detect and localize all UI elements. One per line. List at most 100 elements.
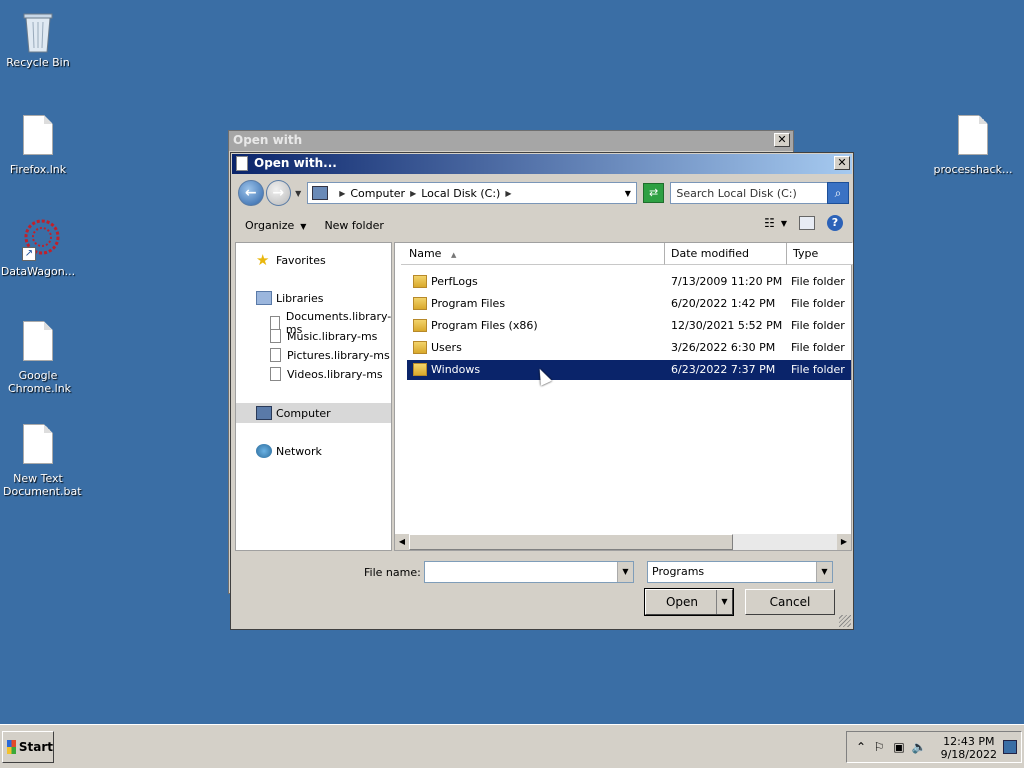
show-hidden-icons-icon[interactable]: ⌃ bbox=[853, 740, 869, 754]
preview-pane-icon[interactable] bbox=[799, 216, 815, 230]
help-icon[interactable]: ? bbox=[827, 215, 843, 231]
background-window-close-button[interactable]: ✕ bbox=[774, 133, 790, 147]
command-toolbar: Organize ▼ New folder ☷ ▼ ? bbox=[235, 211, 849, 239]
start-button[interactable]: Start bbox=[2, 731, 54, 763]
chevron-right-icon[interactable]: ▶ bbox=[505, 189, 511, 198]
chevron-down-icon: ▼ bbox=[300, 221, 307, 231]
column-header-type[interactable]: Type bbox=[787, 243, 853, 265]
refresh-button[interactable]: ⇄ bbox=[642, 183, 665, 203]
chevron-down-icon[interactable]: ▼ bbox=[816, 562, 832, 582]
open-button[interactable]: Open ▼ bbox=[644, 588, 734, 616]
open-with-dialog[interactable]: Open with... ✕ ← → ▼ ▶ Computer ▶ Local … bbox=[230, 152, 854, 630]
navigation-pane[interactable]: ★ Favorites Libraries Documents.library-… bbox=[235, 242, 392, 551]
desktop-icon-datawagon[interactable]: ↗ DataWagon... bbox=[0, 217, 78, 278]
view-options-icon[interactable]: ☷ bbox=[764, 216, 775, 230]
desktop-icon-firefox[interactable]: Firefox.lnk bbox=[0, 115, 78, 176]
nav-item-music-library[interactable]: Music.library-ms bbox=[270, 329, 377, 343]
folder-icon bbox=[413, 275, 427, 288]
chevron-right-icon[interactable]: ▶ bbox=[410, 189, 416, 198]
libraries-icon bbox=[256, 291, 272, 305]
action-center-flag-icon[interactable]: ⚐ bbox=[871, 740, 887, 754]
background-window-title: Open with ✕ bbox=[229, 131, 793, 151]
file-row-program-files-x86[interactable]: Program Files (x86) 12/30/2021 5:52 PM F… bbox=[407, 316, 851, 336]
file-date: 6/23/2022 7:37 PM bbox=[671, 363, 776, 376]
organize-label: Organize bbox=[245, 218, 295, 232]
file-name: Program Files (x86) bbox=[431, 319, 538, 332]
sort-ascending-icon: ▲ bbox=[450, 251, 457, 259]
folder-icon bbox=[413, 341, 427, 354]
filter-value: Programs bbox=[652, 565, 705, 578]
file-name: Users bbox=[431, 341, 462, 354]
resize-grip-icon[interactable] bbox=[839, 615, 851, 627]
nav-item-pictures-library[interactable]: Pictures.library-ms bbox=[270, 348, 390, 362]
file-list[interactable]: Name ▲ Date modified Type PerfLogs 7/13/… bbox=[394, 242, 853, 551]
network-status-icon[interactable]: ▣ bbox=[891, 740, 907, 754]
desktop-icon-label: New Text Document.bat bbox=[3, 472, 82, 498]
dialog-close-button[interactable]: ✕ bbox=[834, 156, 850, 170]
column-header-name[interactable]: Name ▲ bbox=[401, 243, 665, 265]
open-split-chevron-icon[interactable]: ▼ bbox=[716, 590, 732, 614]
desktop-icon-google-chrome[interactable]: Google Chrome.lnk bbox=[0, 321, 78, 395]
dialog-title-bar[interactable]: Open with... ✕ bbox=[232, 154, 852, 174]
start-label: Start bbox=[18, 740, 53, 754]
file-type: File folder bbox=[791, 341, 845, 354]
nav-item-videos-library[interactable]: Videos.library-ms bbox=[270, 367, 383, 381]
nav-label: Favorites bbox=[276, 253, 326, 267]
new-folder-button[interactable]: New folder bbox=[324, 219, 383, 232]
desktop-icon-new-text-document[interactable]: New Text Document.bat bbox=[0, 424, 82, 498]
nav-label: Computer bbox=[276, 406, 331, 420]
file-name-input[interactable]: ▼ bbox=[424, 561, 634, 583]
file-name: PerfLogs bbox=[431, 275, 478, 288]
file-icon bbox=[955, 115, 991, 159]
nav-item-libraries[interactable]: Libraries bbox=[256, 291, 324, 305]
nav-item-computer[interactable]: Computer bbox=[256, 406, 331, 420]
breadcrumb-local-disk[interactable]: Local Disk (C:) bbox=[421, 187, 500, 200]
file-row-users[interactable]: Users 3/26/2022 6:30 PM File folder bbox=[407, 338, 851, 358]
nav-item-favorites[interactable]: ★ Favorites bbox=[256, 251, 326, 269]
forward-button[interactable]: → bbox=[265, 180, 292, 206]
nav-label: Network bbox=[276, 444, 322, 458]
search-button[interactable]: ⌕ bbox=[827, 182, 849, 204]
file-row-windows[interactable]: Windows 6/23/2022 7:37 PM File folder bbox=[407, 360, 851, 380]
background-window-title-text: Open with bbox=[233, 133, 303, 147]
star-icon: ★ bbox=[256, 251, 270, 269]
organize-button[interactable]: Organize ▼ bbox=[245, 219, 306, 232]
breadcrumb-computer[interactable]: Computer bbox=[350, 187, 405, 200]
chevron-down-icon[interactable]: ▼ bbox=[781, 219, 787, 228]
desktop-icon-processhacker[interactable]: processhack... bbox=[933, 115, 1013, 176]
horizontal-scrollbar[interactable]: ◀ ▶ bbox=[395, 534, 851, 550]
computer-icon bbox=[256, 406, 272, 420]
column-header-date-modified[interactable]: Date modified bbox=[665, 243, 787, 265]
cancel-button[interactable]: Cancel bbox=[745, 589, 835, 615]
search-input[interactable]: Search Local Disk (C:) ⌕ bbox=[670, 182, 849, 204]
address-dropdown-icon[interactable]: ▼ bbox=[620, 183, 636, 203]
file-date: 7/13/2009 11:20 PM bbox=[671, 275, 783, 288]
scroll-left-icon[interactable]: ◀ bbox=[395, 534, 409, 550]
recent-pages-dropdown-icon[interactable]: ▼ bbox=[295, 189, 301, 198]
file-type: File folder bbox=[791, 297, 845, 310]
shortcut-arrow-icon: ↗ bbox=[22, 247, 36, 261]
clock[interactable]: 12:43 PM 9/18/2022 bbox=[941, 735, 997, 761]
windows-logo-icon bbox=[7, 740, 16, 754]
desktop-icon-label: processhack... bbox=[933, 163, 1013, 176]
document-icon bbox=[270, 316, 280, 330]
show-desktop-icon[interactable] bbox=[1003, 740, 1017, 754]
document-icon bbox=[270, 367, 281, 381]
address-bar[interactable]: ▶ Computer ▶ Local Disk (C:) ▶ ▼ bbox=[307, 182, 637, 204]
open-label: Open bbox=[665, 595, 699, 609]
volume-icon[interactable]: 🔈 bbox=[911, 740, 927, 754]
scrollbar-thumb[interactable] bbox=[409, 534, 733, 550]
chevron-right-icon[interactable]: ▶ bbox=[339, 189, 345, 198]
taskbar: Start ⌃ ⚐ ▣ 🔈 12:43 PM 9/18/2022 bbox=[0, 724, 1024, 768]
nav-item-network[interactable]: Network bbox=[256, 444, 322, 458]
file-name-label: File name: bbox=[364, 566, 421, 579]
scroll-right-icon[interactable]: ▶ bbox=[837, 534, 851, 550]
file-row-perflogs[interactable]: PerfLogs 7/13/2009 11:20 PM File folder bbox=[407, 272, 851, 292]
chevron-down-icon[interactable]: ▼ bbox=[617, 562, 633, 582]
back-button[interactable]: ← bbox=[238, 180, 264, 206]
file-icon bbox=[20, 424, 56, 468]
file-type-filter-select[interactable]: Programs ▼ bbox=[647, 561, 833, 583]
document-icon bbox=[270, 348, 281, 362]
file-row-program-files[interactable]: Program Files 6/20/2022 1:42 PM File fol… bbox=[407, 294, 851, 314]
desktop-icon-recycle-bin[interactable]: Recycle Bin bbox=[0, 8, 78, 69]
